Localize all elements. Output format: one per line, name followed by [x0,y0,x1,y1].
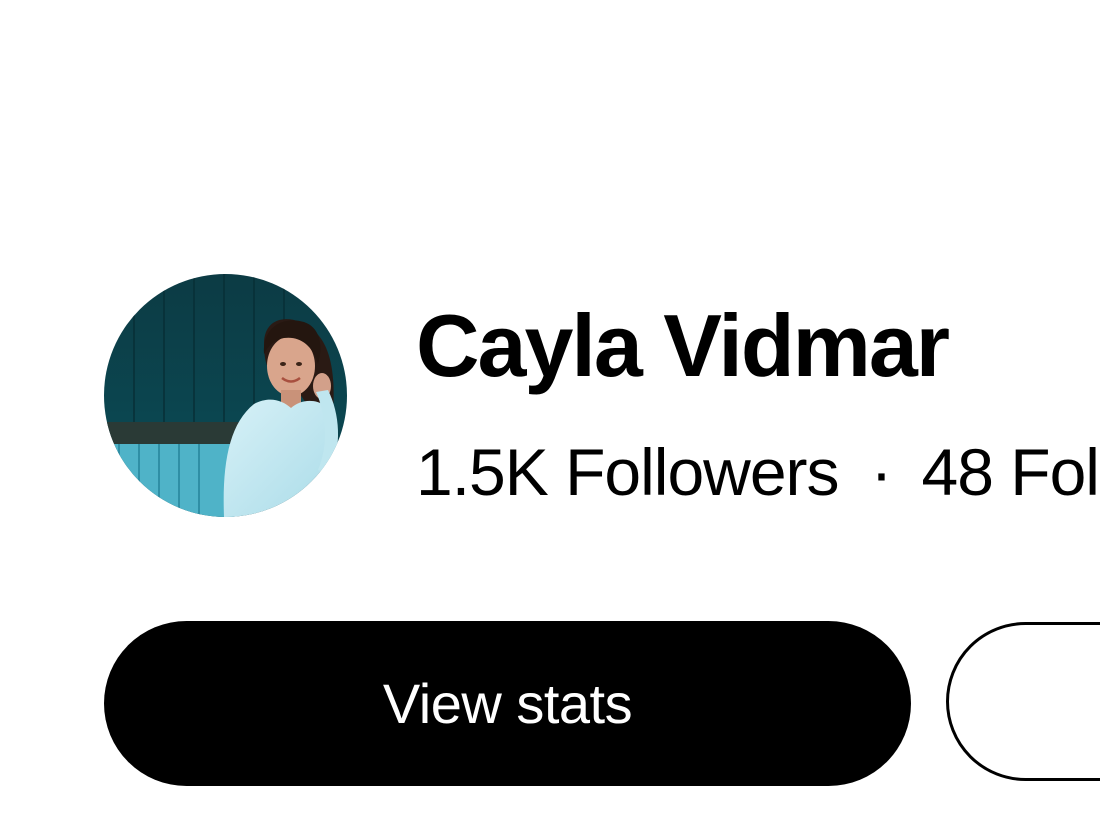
followers-link[interactable]: 1.5K Followers [416,435,840,509]
avatar[interactable] [104,274,347,517]
profile-name: Cayla Vidmar [416,296,950,395]
profile-page: Cayla Vidmar 1.5K Followers · 48 Following… [0,0,1100,825]
follow-stats: 1.5K Followers · 48 Following [416,436,1100,509]
edit-profile-button[interactable] [946,622,1100,781]
view-stats-button[interactable]: View stats [104,621,911,786]
avatar-photo [104,274,347,517]
separator-dot: · [870,435,893,509]
following-link[interactable]: 48 Following [922,435,1100,509]
